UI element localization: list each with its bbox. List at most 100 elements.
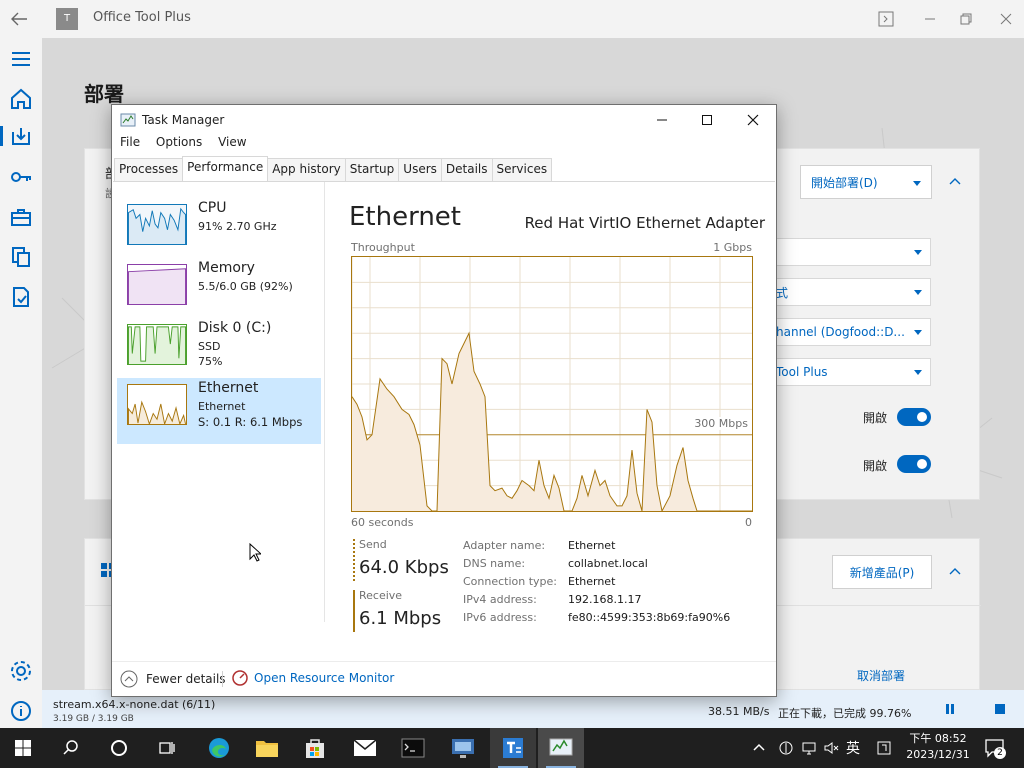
- task-manager-icon: [549, 738, 573, 756]
- network-icon[interactable]: [801, 740, 817, 756]
- notification-center-button[interactable]: 2: [984, 737, 1006, 759]
- otp-sidebar: [0, 38, 42, 728]
- restore-icon[interactable]: [956, 9, 976, 29]
- taskbar-mail[interactable]: [342, 728, 388, 768]
- open-resource-monitor-link[interactable]: Open Resource Monitor: [232, 670, 394, 686]
- close-icon[interactable]: [996, 9, 1016, 29]
- sidebar-ethernet-throughput: S: 0.1 R: 6.1 Mbps: [198, 415, 303, 429]
- menu-file[interactable]: File: [120, 135, 140, 149]
- sidebar-item-disk[interactable]: Disk 0 (C:) SSD 75%: [117, 318, 321, 384]
- sidebar-memory-usage: 5.5/6.0 GB (92%): [198, 280, 293, 293]
- menu-view[interactable]: View: [218, 135, 246, 149]
- task-manager-app-icon: [120, 113, 136, 127]
- ime-mode-icon[interactable]: [876, 740, 892, 756]
- ime-language-indicator[interactable]: 英: [846, 738, 860, 758]
- start-deploy-button[interactable]: 開始部署(D): [800, 165, 932, 199]
- system-clock[interactable]: 下午 08:52 2023/12/31: [900, 731, 976, 763]
- dropdown-1[interactable]: [771, 238, 931, 266]
- start-button[interactable]: [0, 728, 46, 768]
- tray-app-icon[interactable]: [778, 740, 794, 756]
- otp-titlebar: T Office Tool Plus: [0, 0, 1024, 38]
- deploy-icon[interactable]: [8, 124, 34, 150]
- taskbar-file-explorer[interactable]: [244, 728, 290, 768]
- tray-overflow-chevron-icon[interactable]: [752, 741, 766, 755]
- hamburger-menu-icon[interactable]: [8, 46, 34, 72]
- toggle-2-label: 開啟: [863, 459, 888, 473]
- taskbar-terminal[interactable]: [390, 728, 436, 768]
- volume-muted-icon[interactable]: [823, 740, 839, 756]
- ethernet-panel-title: Ethernet: [349, 202, 461, 232]
- download-file-name: stream.x64.x-none.dat (6/11): [53, 698, 216, 711]
- sidebar-item-cpu[interactable]: CPU 91% 2.70 GHz: [117, 198, 321, 264]
- tm-close-button[interactable]: [730, 105, 776, 135]
- sidebar-memory-name: Memory: [198, 260, 255, 276]
- taskbar-remote-app[interactable]: [440, 728, 486, 768]
- add-product-button[interactable]: 新增產品(P): [832, 555, 932, 589]
- taskbar-task-manager[interactable]: [538, 728, 584, 768]
- tm-minimize-button[interactable]: [639, 105, 685, 135]
- mid-scale-label: 300 Mbps: [693, 417, 749, 430]
- toggle-switch-1[interactable]: [897, 408, 931, 426]
- send-indicator: [353, 539, 355, 581]
- disk-thumbnail-graph: [127, 324, 187, 365]
- tab-processes[interactable]: Processes: [114, 158, 184, 181]
- chevron-up-icon[interactable]: [949, 177, 961, 185]
- throughput-label: Throughput: [351, 241, 415, 254]
- taskbar-office-tool-plus[interactable]: [490, 728, 536, 768]
- tab-startup[interactable]: Startup: [344, 158, 400, 181]
- clock-time: 下午 08:52: [909, 732, 967, 745]
- source-dropdown[interactable]: Tool Plus: [771, 358, 931, 386]
- info-icon[interactable]: [8, 698, 34, 724]
- minimize-icon[interactable]: [920, 9, 940, 29]
- tab-details[interactable]: Details: [440, 158, 493, 181]
- terminal-icon[interactable]: [876, 9, 896, 29]
- otp-logo-icon: T: [56, 8, 78, 30]
- fewer-details-button[interactable]: Fewer details: [120, 670, 226, 688]
- stop-icon[interactable]: [995, 704, 1005, 714]
- download-progress-text: 正在下載，已完成 99.76%: [778, 707, 912, 720]
- channel-dropdown[interactable]: hannel (Dogfood::D...: [771, 318, 931, 346]
- tm-menu-bar: File Options View: [112, 135, 776, 155]
- throughput-graph-svg: [352, 257, 752, 511]
- task-view-icon: [159, 742, 175, 754]
- sidebar-item-memory[interactable]: Memory 5.5/6.0 GB (92%): [117, 258, 321, 324]
- key-icon[interactable]: [8, 164, 34, 190]
- taskbar-store[interactable]: [292, 728, 338, 768]
- chevron-up-circle-icon: [120, 670, 138, 688]
- home-icon[interactable]: [8, 86, 34, 112]
- info-value-ipv4: 192.168.1.17: [568, 593, 642, 606]
- tm-tab-strip: Processes Performance App history Startu…: [114, 156, 553, 181]
- tm-window-title: Task Manager: [142, 113, 225, 127]
- download-size: 3.19 GB / 3.19 GB: [53, 714, 134, 724]
- cancel-deploy-link[interactable]: 取消部署: [857, 667, 905, 684]
- toolbox-icon[interactable]: [8, 204, 34, 230]
- zero-label: 0: [745, 516, 752, 529]
- tm-maximize-button[interactable]: [684, 105, 730, 135]
- convert-document-icon[interactable]: [8, 244, 34, 270]
- menu-options[interactable]: Options: [156, 135, 202, 149]
- fewer-details-label: Fewer details: [146, 672, 226, 686]
- tab-users[interactable]: Users: [398, 158, 442, 181]
- sidebar-item-ethernet[interactable]: Ethernet Ethernet S: 0.1 R: 6.1 Mbps: [117, 378, 321, 444]
- chevron-up-icon[interactable]: [949, 567, 961, 575]
- download-speed: 38.51 MB/s: [708, 705, 770, 718]
- tab-performance[interactable]: Performance: [182, 156, 269, 181]
- tm-titlebar[interactable]: Task Manager: [112, 105, 776, 135]
- info-key-dns: DNS name:: [463, 557, 526, 570]
- task-view-button[interactable]: [144, 728, 190, 768]
- office-tool-plus-icon: [503, 738, 523, 758]
- document-check-icon[interactable]: [8, 284, 34, 310]
- sidebar-disk-type: SSD: [198, 340, 221, 353]
- taskbar-edge[interactable]: [196, 728, 242, 768]
- tab-app-history[interactable]: App history: [267, 158, 346, 181]
- tab-services[interactable]: Services: [491, 158, 553, 181]
- settings-gear-icon[interactable]: [8, 658, 34, 684]
- toggle-switch-2[interactable]: [897, 455, 931, 473]
- cortana-button[interactable]: [96, 728, 142, 768]
- search-button[interactable]: [48, 728, 94, 768]
- sidebar-cpu-name: CPU: [198, 200, 227, 216]
- pause-icon[interactable]: [944, 703, 956, 715]
- info-key-connection: Connection type:: [463, 575, 558, 588]
- dropdown-2[interactable]: 式: [771, 278, 931, 306]
- back-arrow-icon[interactable]: [10, 11, 28, 27]
